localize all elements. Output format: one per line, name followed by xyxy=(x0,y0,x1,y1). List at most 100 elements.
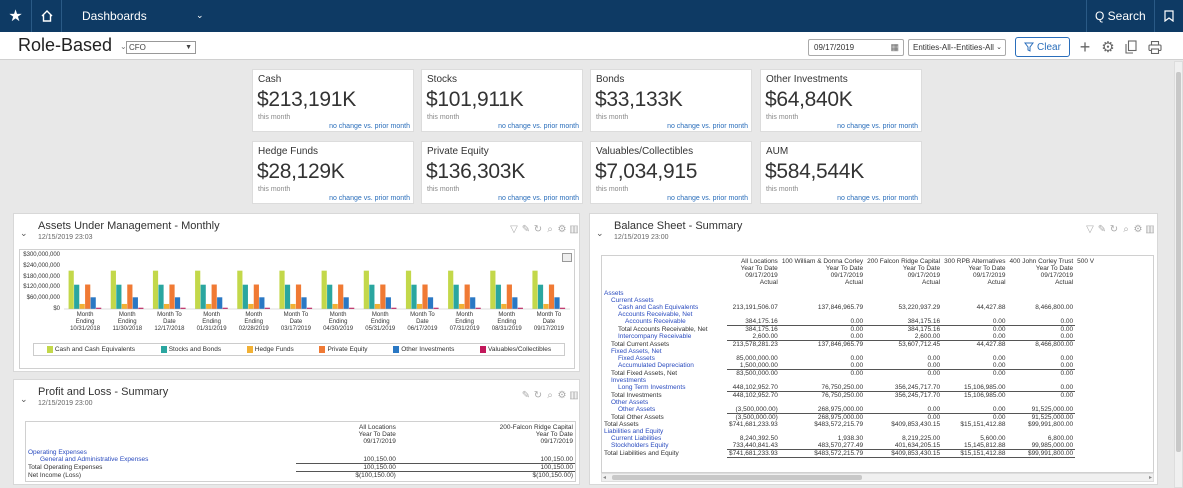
edit-icon[interactable]: ✎ xyxy=(521,224,531,235)
bar[interactable] xyxy=(506,284,512,309)
row-label[interactable]: Accumulated Depreciation xyxy=(602,362,727,370)
zoom-icon[interactable]: ⌕ xyxy=(1121,224,1131,235)
row-label[interactable]: Accounts Receivable, Net xyxy=(602,311,727,318)
bar[interactable] xyxy=(237,270,243,309)
bar[interactable] xyxy=(512,297,518,309)
row-label[interactable]: Current Liabilities xyxy=(602,435,727,442)
row-label[interactable]: Investments xyxy=(602,377,727,384)
role-select[interactable]: CFO ▼ xyxy=(126,41,196,54)
bar[interactable] xyxy=(453,284,459,309)
bar[interactable] xyxy=(405,270,412,309)
bar[interactable] xyxy=(427,297,434,309)
refresh-icon[interactable]: ↻ xyxy=(533,224,543,235)
bar[interactable] xyxy=(200,284,206,309)
bar[interactable] xyxy=(174,297,181,309)
zoom-icon[interactable]: ⌕ xyxy=(545,224,555,235)
delete-icon[interactable]: ▥ xyxy=(569,390,579,401)
bar[interactable] xyxy=(369,284,375,309)
legend-item[interactable]: Valuables/Collectibles xyxy=(479,346,551,353)
bar[interactable] xyxy=(343,297,349,309)
favorites-star-icon[interactable]: ★ xyxy=(0,0,32,32)
page-scrollbar-thumb[interactable] xyxy=(1176,72,1181,452)
kpi-card-aum[interactable]: AUM $584,544K this month no change vs. p… xyxy=(760,141,922,204)
home-icon[interactable] xyxy=(32,0,62,32)
bar[interactable] xyxy=(279,270,285,309)
clear-filter-button[interactable]: Clear xyxy=(1015,37,1070,57)
bar[interactable] xyxy=(206,303,212,309)
bar[interactable] xyxy=(422,284,428,309)
bar[interactable] xyxy=(74,284,80,309)
date-input[interactable]: 09/17/2019 ▦ xyxy=(808,39,904,56)
calendar-icon[interactable]: ▦ xyxy=(890,40,899,55)
bar[interactable] xyxy=(79,303,85,309)
bar[interactable] xyxy=(532,270,538,309)
bar[interactable] xyxy=(248,303,254,309)
bar[interactable] xyxy=(380,284,386,309)
kpi-card-other-investments[interactable]: Other Investments $64,840K this month no… xyxy=(760,69,922,132)
bar[interactable] xyxy=(490,270,496,309)
row-label[interactable]: Fixed Assets xyxy=(602,355,727,362)
kpi-card-stocks[interactable]: Stocks $101,911K this month no change vs… xyxy=(421,69,583,132)
bar[interactable] xyxy=(85,284,91,309)
bar[interactable] xyxy=(295,284,302,309)
collapse-chevron-icon[interactable]: ⌄ xyxy=(20,228,28,239)
gear-icon[interactable]: ⚙ xyxy=(557,224,567,235)
row-label[interactable]: Assets xyxy=(602,290,727,297)
row-label[interactable]: Stockholders Equity xyxy=(602,442,727,450)
bar[interactable] xyxy=(253,284,259,309)
bookmark-icon[interactable] xyxy=(1154,0,1183,32)
delete-icon[interactable]: ▥ xyxy=(1145,224,1155,235)
bar[interactable] xyxy=(290,303,296,309)
bar[interactable] xyxy=(116,284,122,309)
bar[interactable] xyxy=(217,297,223,309)
row-label[interactable]: Other Assets xyxy=(602,399,727,406)
row-label[interactable]: Fixed Assets, Net xyxy=(602,348,727,355)
chevron-down-icon[interactable]: ⌄ xyxy=(196,10,204,21)
bar[interactable] xyxy=(411,284,417,309)
bar[interactable] xyxy=(495,284,501,309)
row-label[interactable]: Accounts Receivable xyxy=(602,318,727,326)
bar[interactable] xyxy=(327,284,333,309)
scroll-left-icon[interactable]: ◂ xyxy=(603,474,606,481)
legend-item[interactable]: Stocks and Bonds xyxy=(160,346,221,353)
bar[interactable] xyxy=(127,284,133,309)
bar[interactable] xyxy=(163,303,170,309)
bar[interactable] xyxy=(158,284,164,309)
kpi-card-hedge-funds[interactable]: Hedge Funds $28,129K this month no chang… xyxy=(252,141,414,204)
bar[interactable] xyxy=(385,297,391,309)
bar[interactable] xyxy=(321,270,327,309)
bar[interactable] xyxy=(464,284,470,309)
search-button[interactable]: Q Search xyxy=(1086,0,1154,32)
bar[interactable] xyxy=(416,303,423,309)
bar[interactable] xyxy=(332,303,338,309)
gear-icon[interactable]: ⚙ xyxy=(1099,38,1117,56)
bar[interactable] xyxy=(554,297,560,309)
bar[interactable] xyxy=(543,303,549,309)
legend-item[interactable]: Hedge Funds xyxy=(246,346,294,353)
copy-icon[interactable] xyxy=(1122,38,1140,56)
print-icon[interactable] xyxy=(1146,38,1164,56)
page-scrollbar[interactable] xyxy=(1174,61,1183,488)
kpi-card-private-equity[interactable]: Private Equity $136,303K this month no c… xyxy=(421,141,583,204)
filter-icon[interactable]: ▽ xyxy=(1085,224,1095,235)
bar[interactable] xyxy=(169,284,175,309)
bar[interactable] xyxy=(259,297,265,309)
edit-icon[interactable]: ✎ xyxy=(521,390,531,401)
kpi-card-bonds[interactable]: Bonds $33,133K this month no change vs. … xyxy=(590,69,752,132)
bar[interactable] xyxy=(548,284,555,309)
bar[interactable] xyxy=(363,270,369,309)
bar[interactable] xyxy=(448,270,454,309)
row-label[interactable]: Cash and Cash Equivalents xyxy=(602,304,727,311)
edit-icon[interactable]: ✎ xyxy=(1097,224,1107,235)
delete-icon[interactable]: ▥ xyxy=(569,224,579,235)
row-label[interactable]: Liabilities and Equity xyxy=(602,428,727,435)
scrollbar-thumb[interactable] xyxy=(612,475,862,480)
bar[interactable] xyxy=(195,270,201,309)
bar[interactable] xyxy=(284,284,291,309)
legend-item[interactable]: Private Equity xyxy=(319,346,368,353)
add-icon[interactable]: + xyxy=(1076,37,1094,57)
row-label[interactable]: Other Assets xyxy=(602,406,727,414)
bar[interactable] xyxy=(68,270,74,309)
bar[interactable] xyxy=(470,297,476,309)
horizontal-scrollbar[interactable]: ◂ ▸ xyxy=(601,473,1154,482)
